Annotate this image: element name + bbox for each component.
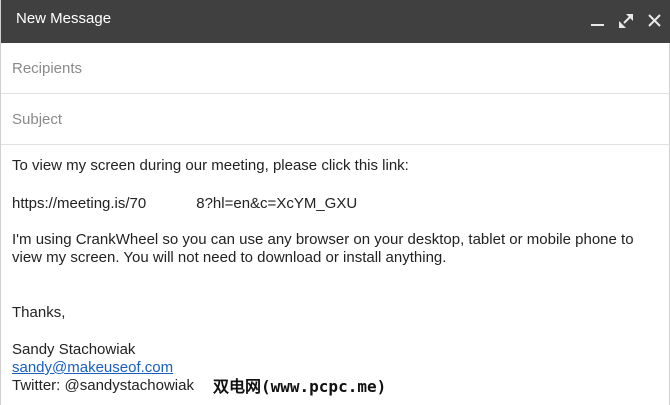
subject-row [1,94,670,145]
site-watermark: 双电网(www.pcpc.me) [213,377,387,396]
minimize-icon[interactable] [587,10,609,32]
signature-email-link[interactable]: sandy@makeuseof.com [12,359,173,377]
close-icon[interactable] [644,10,666,32]
message-closing: Thanks, [12,304,66,321]
signature-name: Sandy Stachowiak [12,341,136,358]
recipients-row [1,43,670,94]
message-paragraph-line-1: I'm using CrankWheel so you can use any … [12,231,634,248]
recipients-input[interactable] [12,57,652,79]
message-paragraph-line-2: view my screen. You will not need to dow… [12,249,447,266]
meeting-url-end: 8?hl=en&c=XcYM_GXU [196,195,358,212]
compose-titlebar: New Message [1,0,670,43]
expand-icon[interactable] [615,10,637,32]
message-intro: To view my screen during our meeting, pl… [12,157,409,174]
meeting-url-start: https://meeting.is/70 [12,195,147,212]
signature-twitter: Twitter: @sandystachowiak [12,377,194,394]
compose-title: New Message [16,10,112,27]
compose-window: New Message To view my screen during our… [0,0,670,405]
subject-input[interactable] [12,108,652,130]
meeting-url: https://meeting.is/70 8?hl=en&c=XcYM_GXU [12,195,357,213]
